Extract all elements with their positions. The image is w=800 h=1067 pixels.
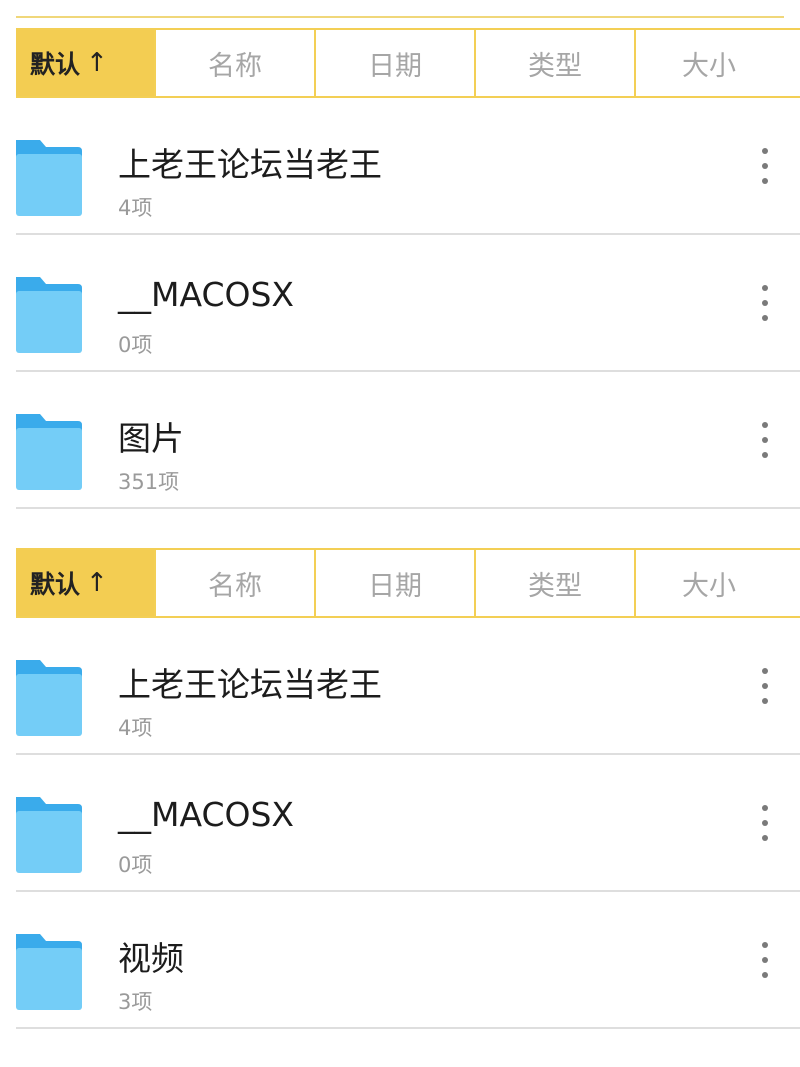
sort-bar: 默认 ↑ 名称 日期 类型 大小 [16, 548, 800, 618]
item-count: 4项 [118, 716, 153, 740]
sort-tab-label: 类型 [528, 50, 582, 82]
folder-name: 图片 [118, 419, 184, 458]
folder-icon [16, 934, 82, 1010]
folder-icon [16, 140, 82, 216]
sort-tab-label: 名称 [208, 570, 262, 602]
sort-tab-size[interactable]: 大小 [634, 30, 782, 96]
sort-tab-label: 类型 [528, 570, 582, 602]
folder-name: 上老王论坛当老王 [118, 665, 382, 704]
sort-bar: 默认 ↑ 名称 日期 类型 大小 [16, 28, 800, 98]
folder-name: 上老王论坛当老王 [118, 145, 382, 184]
sort-tab-date[interactable]: 日期 [314, 30, 474, 96]
top-divider [16, 16, 784, 18]
more-vertical-icon[interactable] [760, 942, 770, 978]
sort-tab-type[interactable]: 类型 [474, 30, 634, 96]
folder-name: __MACOSX [118, 275, 295, 314]
sort-tab-label: 默认 [30, 50, 81, 79]
file-list-panel-1: 默认 ↑ 名称 日期 类型 大小 上老王论坛当老王 4项 __MACOSX 0项 [16, 0, 800, 509]
folder-name: __MACOSX [118, 795, 295, 834]
sort-tab-name[interactable]: 名称 [154, 550, 314, 616]
folder-icon [16, 414, 82, 490]
item-count: 351项 [118, 470, 180, 494]
arrow-up-icon: ↑ [86, 48, 108, 78]
item-count: 0项 [118, 333, 153, 357]
folder-row[interactable]: __MACOSX 0项 [16, 755, 800, 892]
folder-icon [16, 660, 82, 736]
sort-tab-name[interactable]: 名称 [154, 30, 314, 96]
sort-tab-label: 大小 [682, 50, 736, 82]
folder-icon [16, 277, 82, 353]
more-vertical-icon[interactable] [760, 668, 770, 704]
sort-tab-size[interactable]: 大小 [634, 550, 782, 616]
more-vertical-icon[interactable] [760, 285, 770, 321]
sort-tab-label: 日期 [368, 570, 422, 602]
file-list-panel-2: 默认 ↑ 名称 日期 类型 大小 上老王论坛当老王 4项 __MACOSX 0项 [16, 520, 800, 1029]
item-count: 0项 [118, 853, 153, 877]
sort-tab-label: 默认 [30, 570, 81, 599]
sort-tab-type[interactable]: 类型 [474, 550, 634, 616]
sort-tab-default[interactable]: 默认 ↑ [16, 550, 154, 616]
sort-tab-default[interactable]: 默认 ↑ [16, 30, 154, 96]
more-vertical-icon[interactable] [760, 148, 770, 184]
item-count: 3项 [118, 990, 153, 1014]
folder-row[interactable]: 上老王论坛当老王 4项 [16, 618, 800, 755]
folder-name: 视频 [118, 939, 184, 978]
folder-row[interactable]: 上老王论坛当老王 4项 [16, 98, 800, 235]
sort-tab-label: 大小 [682, 570, 736, 602]
folder-row[interactable]: 视频 3项 [16, 892, 800, 1029]
sort-tab-date[interactable]: 日期 [314, 550, 474, 616]
sort-tab-label: 日期 [368, 50, 422, 82]
folder-row[interactable]: __MACOSX 0项 [16, 235, 800, 372]
more-vertical-icon[interactable] [760, 805, 770, 841]
sort-tab-label: 名称 [208, 50, 262, 82]
folder-icon [16, 797, 82, 873]
more-vertical-icon[interactable] [760, 422, 770, 458]
arrow-up-icon: ↑ [86, 568, 108, 598]
item-count: 4项 [118, 196, 153, 220]
folder-row[interactable]: 图片 351项 [16, 372, 800, 509]
